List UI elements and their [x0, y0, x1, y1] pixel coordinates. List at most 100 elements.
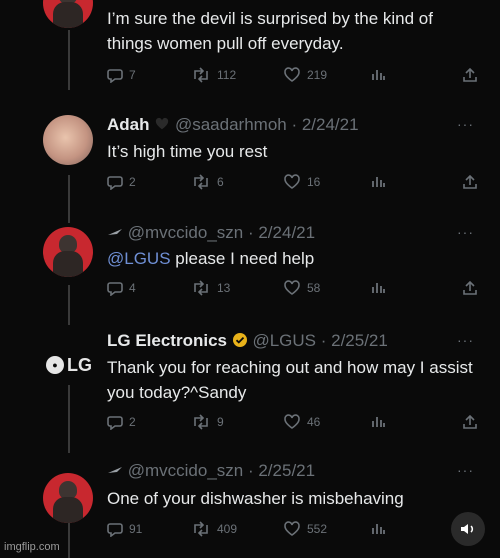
author-handle[interactable]: @saadarhmoh · 2/24/21 — [175, 115, 359, 134]
retweet-button[interactable]: 409 — [191, 521, 237, 537]
share-icon — [463, 280, 477, 295]
retweet-count: 112 — [217, 68, 237, 82]
share-button[interactable] — [463, 67, 477, 83]
share-icon — [463, 67, 477, 82]
heart-icon — [284, 521, 300, 536]
share-icon — [463, 174, 477, 189]
retweet-icon — [194, 174, 208, 190]
reply-button[interactable]: 2 — [107, 174, 136, 190]
retweet-count: 6 — [217, 175, 224, 189]
more-options-button[interactable]: ··· — [457, 224, 474, 240]
share-button[interactable] — [463, 414, 477, 430]
more-options-button[interactable]: ··· — [457, 332, 474, 348]
reply-icon — [107, 176, 123, 190]
mention-link[interactable]: @LGUS — [107, 249, 171, 268]
like-count: 16 — [307, 175, 321, 189]
tweet-text: It’s high time you rest — [107, 142, 268, 161]
reply-icon — [107, 282, 123, 296]
like-count: 46 — [307, 415, 321, 429]
like-button[interactable]: 58 — [283, 280, 320, 296]
like-count: 58 — [307, 281, 321, 295]
retweet-count: 13 — [217, 281, 231, 295]
tweet-header: @mvccido_szn · 2/24/21 — [107, 223, 315, 243]
heart-icon — [284, 280, 300, 295]
like-button[interactable]: 16 — [283, 174, 320, 190]
analytics-button[interactable] — [371, 280, 385, 294]
emoji-icon — [108, 229, 122, 235]
tweet-header: Adah @saadarhmoh · 2/24/21 — [107, 115, 359, 135]
retweet-icon — [194, 521, 208, 537]
heart-emoji-icon — [156, 117, 169, 130]
like-button[interactable]: 219 — [283, 67, 327, 83]
tweet[interactable]: I’m sure the devil is surprised by the k… — [0, 0, 500, 95]
author-name[interactable]: LG Electronics — [107, 331, 227, 350]
tweet[interactable]: ● LG LG Electronics @LGUS · 2/25/21 ··· … — [0, 328, 500, 448]
analytics-icon — [372, 417, 385, 427]
retweet-button[interactable]: 112 — [191, 67, 236, 83]
retweet-count: 9 — [217, 415, 224, 429]
analytics-icon — [372, 524, 385, 534]
reply-icon — [107, 523, 123, 537]
author-handle[interactable]: @LGUS · 2/25/21 — [252, 331, 387, 350]
verified-badge-icon — [232, 333, 247, 347]
tweet-text: Thank you for reaching out and how may I… — [107, 358, 473, 402]
avatar[interactable] — [43, 473, 93, 523]
reply-button[interactable]: 4 — [107, 280, 136, 296]
avatar[interactable] — [43, 0, 93, 28]
reply-button[interactable]: 91 — [107, 521, 142, 537]
lg-logo-icon: ● — [46, 356, 64, 374]
emoji-icon — [108, 467, 122, 473]
like-button[interactable]: 46 — [283, 414, 320, 430]
reply-count: 2 — [129, 175, 136, 189]
tweet-text: One of your dishwasher is misbehaving — [107, 489, 404, 508]
reply-count: 7 — [129, 68, 136, 82]
reply-button[interactable]: 7 — [107, 67, 136, 83]
retweet-button[interactable]: 9 — [191, 414, 224, 430]
share-icon — [463, 414, 477, 429]
retweet-icon — [194, 280, 208, 296]
tweet[interactable]: Adah @saadarhmoh · 2/24/21 ··· It’s high… — [0, 110, 500, 210]
author-handle[interactable]: @mvccido_szn · 2/25/21 — [128, 461, 315, 480]
like-count: 552 — [307, 522, 328, 536]
tweet-header: @mvccido_szn · 2/25/21 — [107, 461, 315, 481]
tweet-actions: 2 9 46 — [107, 414, 477, 436]
more-options-button[interactable]: ··· — [457, 462, 474, 478]
author-name[interactable]: Adah — [107, 115, 150, 134]
avatar[interactable] — [43, 115, 93, 165]
avatar[interactable]: ● LG — [44, 340, 94, 390]
tweet[interactable]: @mvccido_szn · 2/25/21 ··· One of your d… — [0, 458, 500, 558]
avatar[interactable] — [43, 227, 93, 277]
analytics-icon — [372, 283, 385, 293]
share-button[interactable] — [463, 174, 477, 190]
tweet[interactable]: @mvccido_szn · 2/24/21 ··· @LGUS please … — [0, 220, 500, 310]
reply-count: 2 — [129, 415, 136, 429]
more-options-button[interactable]: ··· — [457, 116, 474, 132]
tweet-text: I’m sure the devil is surprised by the k… — [107, 9, 433, 53]
reply-icon — [107, 416, 123, 430]
analytics-button[interactable] — [371, 414, 385, 428]
lg-logo-text: LG — [67, 354, 92, 375]
retweet-button[interactable]: 6 — [191, 174, 224, 190]
tweet-actions: 91 409 552 — [107, 521, 477, 543]
tweet-actions: 7 112 219 — [107, 67, 477, 89]
tweet-actions: 4 13 58 — [107, 280, 477, 302]
heart-icon — [284, 414, 300, 429]
author-handle[interactable]: @mvccido_szn · 2/24/21 — [128, 223, 315, 242]
heart-icon — [284, 174, 300, 189]
sound-toggle-button[interactable] — [451, 512, 485, 546]
analytics-button[interactable] — [371, 174, 385, 188]
reply-button[interactable]: 2 — [107, 414, 136, 430]
retweet-icon — [194, 67, 208, 83]
tweet-actions: 2 6 16 — [107, 174, 477, 196]
speaker-icon — [461, 524, 474, 534]
retweet-icon — [194, 414, 208, 430]
heart-icon — [284, 67, 300, 82]
analytics-icon — [372, 70, 385, 80]
analytics-button[interactable] — [371, 67, 385, 81]
analytics-button[interactable] — [371, 521, 385, 535]
tweet-header: LG Electronics @LGUS · 2/25/21 — [107, 331, 388, 351]
retweet-button[interactable]: 13 — [191, 280, 230, 296]
tweet-text-body: please I need help — [170, 249, 315, 268]
share-button[interactable] — [463, 280, 477, 296]
like-button[interactable]: 552 — [283, 521, 327, 537]
